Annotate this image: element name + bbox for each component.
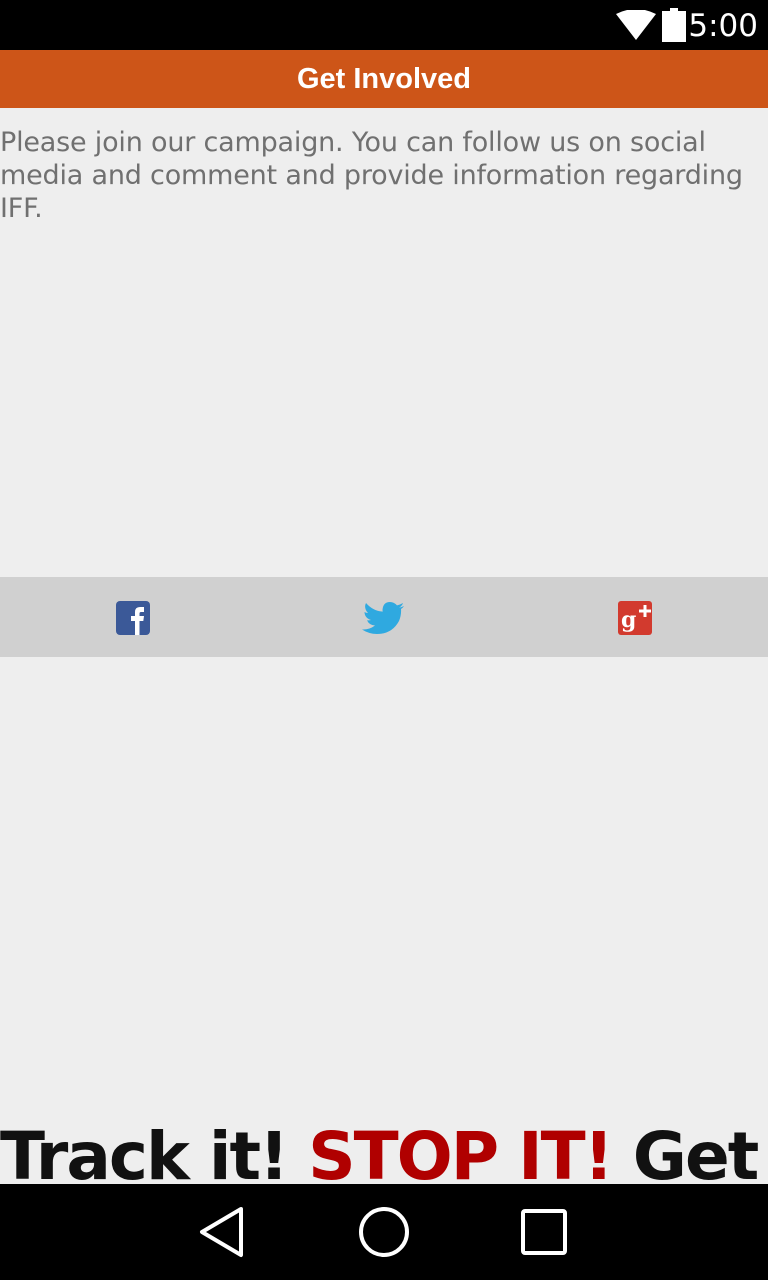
tagline-track: Track it! [0,1118,289,1186]
home-button[interactable] [358,1206,410,1258]
navigation-bar [0,1184,768,1280]
tagline-stop: STOP IT! [308,1118,614,1186]
svg-text:g: g [621,607,636,633]
back-button[interactable] [196,1206,248,1258]
google-plus-button[interactable]: g [618,601,652,635]
twitter-button[interactable] [362,599,406,637]
intro-text: Please join our campaign. You can follow… [0,127,743,224]
tagline-get: Get it! [632,1118,768,1186]
twitter-icon [362,602,404,634]
battery-icon [662,8,686,42]
wifi-icon [616,10,656,40]
home-icon [359,1207,409,1257]
facebook-button[interactable] [116,601,150,635]
recent-apps-button[interactable] [518,1206,570,1258]
back-icon [200,1207,243,1257]
google-plus-icon: g [618,601,652,635]
facebook-icon [116,601,150,635]
status-time: 5:00 [688,8,758,44]
status-bar: 5:00 [0,0,768,50]
social-bar: g [0,577,768,657]
page-title: Get Involved [296,63,472,95]
tagline-banner: Track it! STOP IT! Get it! [0,1114,768,1186]
app-header: Get Involved [0,50,768,108]
recent-apps-icon [521,1209,567,1255]
